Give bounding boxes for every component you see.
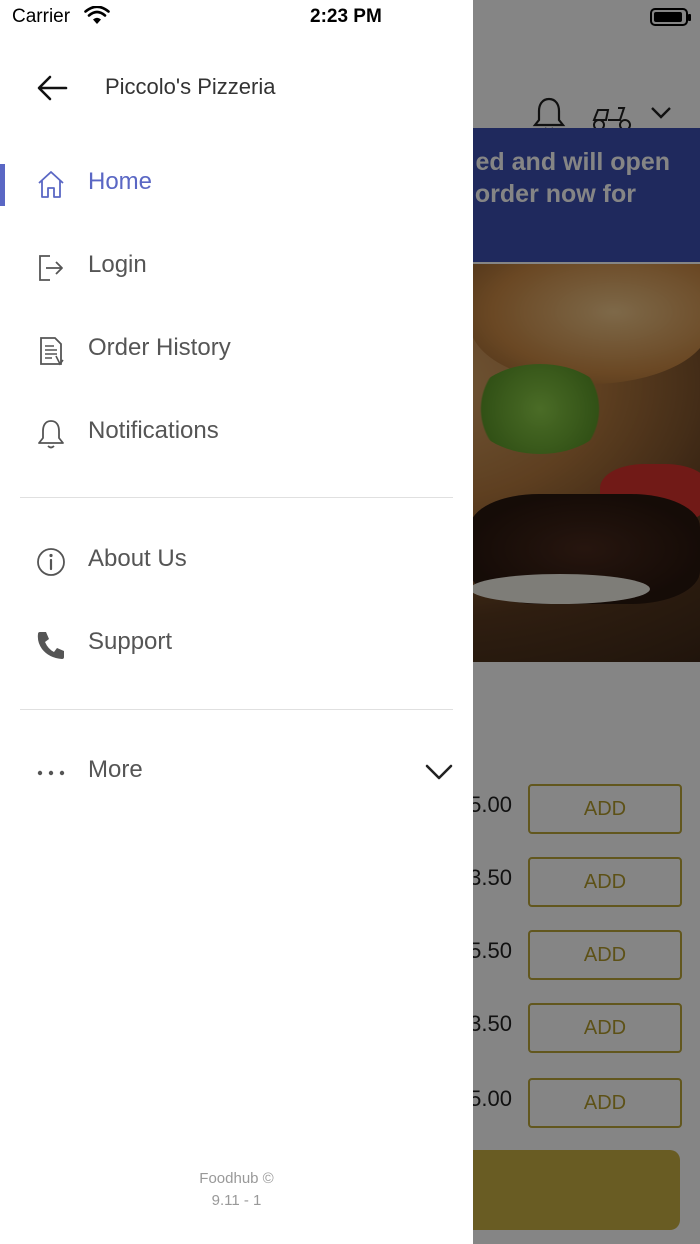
wifi-icon (84, 6, 110, 24)
menu-item-label: Order History (88, 334, 231, 361)
login-icon (39, 255, 63, 281)
navigation-drawer: Piccolo's Pizzeria Home Login Order Hist… (0, 0, 473, 1244)
status-time: 2:23 PM (310, 6, 382, 27)
menu-item-label: Home (88, 168, 153, 195)
menu-item-order-history[interactable]: Order History (0, 314, 473, 386)
phone-icon (37, 632, 64, 659)
footer-brand: Foodhub © (199, 1170, 274, 1187)
menu-divider (20, 497, 453, 498)
menu-item-label: Support (88, 628, 173, 655)
drawer-title: Piccolo's Pizzeria (105, 74, 276, 99)
menu-item-label: Notifications (88, 417, 219, 444)
menu-divider (20, 709, 453, 710)
status-bar: Carrier 2:23 PM (0, 0, 700, 36)
active-indicator (0, 164, 5, 206)
order-history-icon (40, 337, 64, 366)
menu-item-label: Login (88, 251, 147, 278)
menu-item-support[interactable]: Support (0, 608, 473, 680)
menu-item-label: About Us (88, 545, 187, 572)
ellipsis-icon (37, 770, 65, 776)
menu-item-home[interactable]: Home (0, 148, 473, 220)
chevron-down-icon[interactable] (424, 762, 454, 782)
menu-item-about-us[interactable]: About Us (0, 525, 473, 597)
battery-icon (650, 8, 691, 26)
menu-item-notifications[interactable]: Notifications (0, 397, 473, 469)
carrier-label: Carrier (12, 6, 71, 27)
home-icon (38, 171, 64, 198)
footer-version: 9.11 - 1 (211, 1192, 262, 1209)
back-arrow-icon[interactable] (32, 68, 72, 108)
bell-icon (38, 420, 64, 449)
drawer-footer: Foodhub © 9.11 - 1 (0, 1168, 473, 1212)
menu-item-more[interactable]: More (0, 736, 473, 808)
drawer-header: Piccolo's Pizzeria (0, 40, 473, 132)
menu-item-label: More (88, 756, 143, 783)
menu-item-login[interactable]: Login (0, 231, 473, 303)
info-icon (37, 548, 65, 576)
